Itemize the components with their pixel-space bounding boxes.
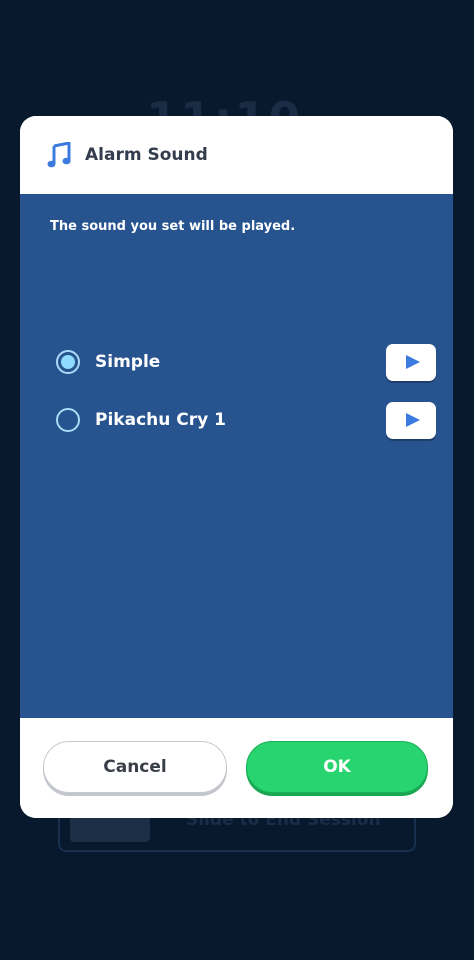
- dialog-body: The sound you set will be played. Simple…: [20, 194, 453, 718]
- radio-button[interactable]: [56, 408, 80, 432]
- dialog-subtitle: The sound you set will be played.: [50, 219, 296, 234]
- play-preview-button[interactable]: [386, 401, 436, 439]
- play-icon: [405, 355, 420, 369]
- ok-button[interactable]: OK: [246, 741, 428, 793]
- sound-option-simple[interactable]: Simple: [56, 342, 436, 382]
- alarm-sound-dialog: Alarm Sound The sound you set will be pl…: [20, 116, 453, 818]
- sound-option-pikachu-cry-1[interactable]: Pikachu Cry 1: [56, 400, 436, 440]
- music-note-icon: [47, 141, 71, 168]
- play-preview-button[interactable]: [386, 343, 436, 381]
- radio-button-selected[interactable]: [56, 350, 80, 374]
- cancel-button[interactable]: Cancel: [43, 741, 227, 793]
- sound-option-label: Simple: [95, 352, 161, 372]
- dialog-header: Alarm Sound: [20, 116, 453, 194]
- dialog-footer: Cancel OK: [20, 718, 453, 818]
- dialog-title: Alarm Sound: [85, 145, 208, 165]
- play-icon: [405, 413, 420, 427]
- sound-option-label: Pikachu Cry 1: [95, 410, 226, 430]
